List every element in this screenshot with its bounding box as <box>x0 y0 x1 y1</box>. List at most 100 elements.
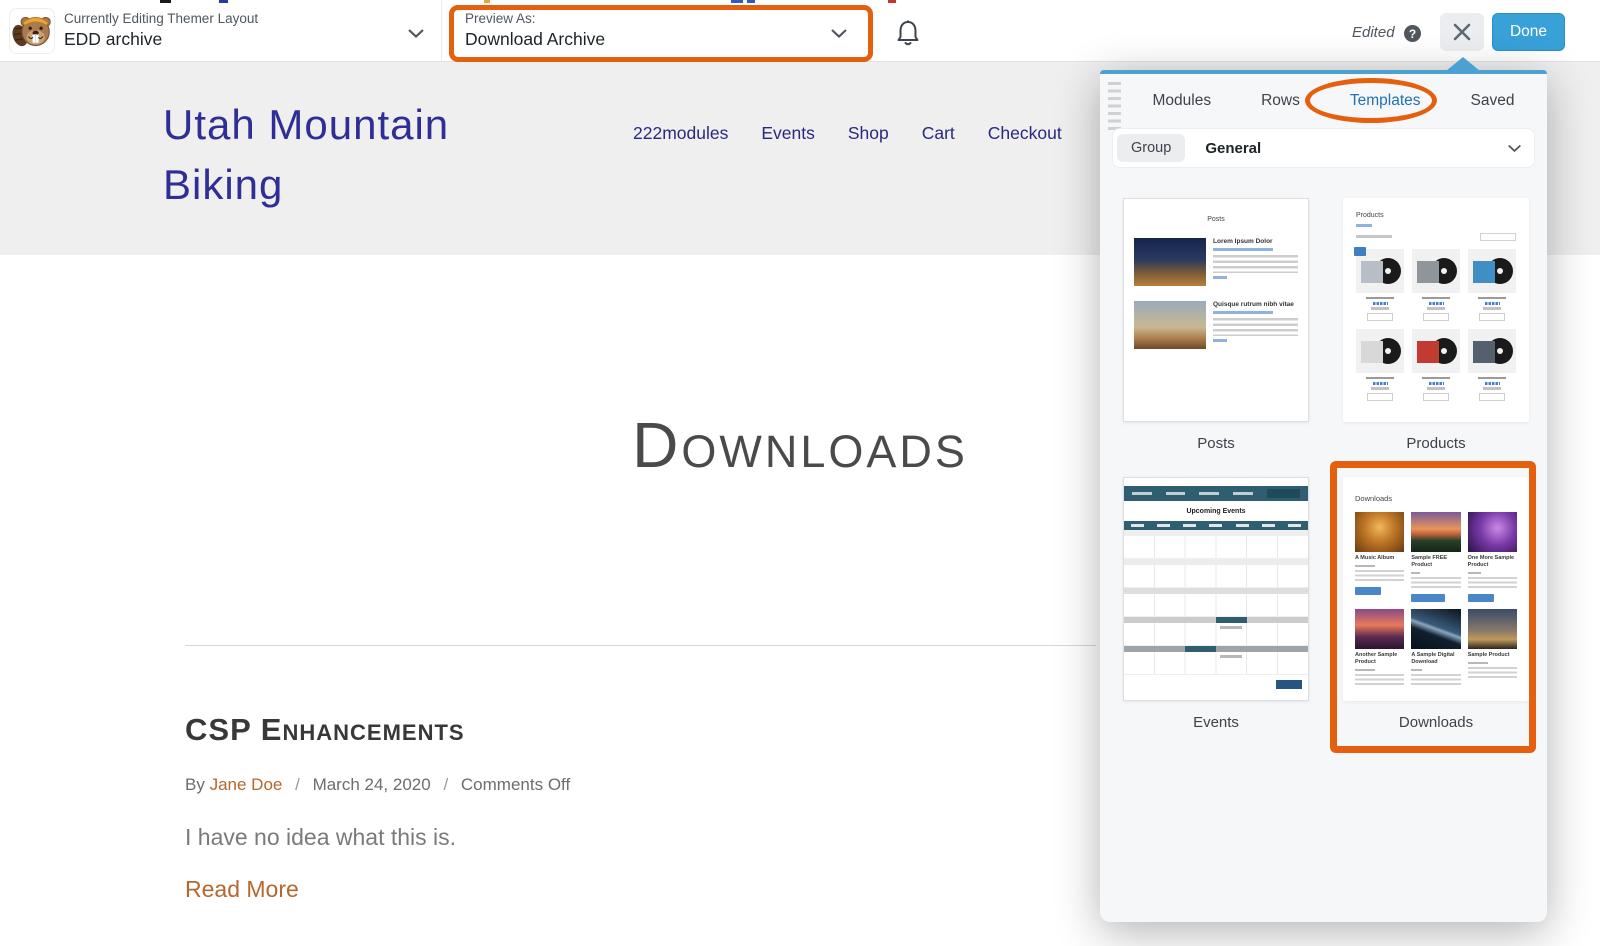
template-label: Products <box>1406 435 1465 452</box>
post-excerpt: CSP Enhancements By Jane Doe / March 24,… <box>185 712 905 903</box>
thumb-product <box>1468 249 1516 321</box>
thumb-product <box>1412 329 1460 401</box>
tab-modules[interactable]: Modules <box>1153 92 1212 110</box>
thumb-events-navbar <box>1124 486 1308 501</box>
top-edge-sliver <box>888 0 896 3</box>
template-products[interactable]: Products <box>1343 198 1529 452</box>
panel-drag-handle[interactable] <box>1108 82 1121 132</box>
placeholder-button <box>1276 680 1302 689</box>
calendar-row <box>1124 646 1308 675</box>
nav-item-events[interactable]: Events <box>761 123 815 144</box>
download-image <box>1411 609 1460 649</box>
help-glyph: ? <box>1409 27 1416 41</box>
thumb-product <box>1468 329 1516 401</box>
done-label: Done <box>1510 23 1547 41</box>
post-excerpt-text: I have no idea what this is. <box>185 824 905 851</box>
top-edge-sliver <box>731 0 743 3</box>
download-name: Another Sample Product <box>1355 652 1404 666</box>
placeholder-readmore <box>1213 339 1227 342</box>
thumb-product <box>1356 249 1404 321</box>
placeholder-sort-select <box>1480 233 1516 241</box>
template-posts[interactable]: Posts Lorem Ipsum Dolor Quisque rutrum n… <box>1123 198 1309 452</box>
thumb-download: A Music Album <box>1355 512 1404 602</box>
preview-as-value: Download Archive <box>465 29 605 50</box>
beaver-icon <box>12 11 52 51</box>
thumb-download: Another Sample Product <box>1355 609 1404 688</box>
calendar-event <box>1185 646 1216 652</box>
vinyl-image <box>1412 329 1460 373</box>
site-title[interactable]: Utah Mountain Biking <box>163 95 563 215</box>
done-button[interactable]: Done <box>1492 13 1565 51</box>
thumb-products-inner: Products <box>1343 198 1529 415</box>
group-value: General <box>1205 140 1261 157</box>
placeholder-meta-line <box>1213 248 1273 251</box>
nav-item-checkout[interactable]: Checkout <box>988 123 1062 144</box>
download-image <box>1355 609 1404 649</box>
top-edge-sliver <box>160 0 171 3</box>
chevron-down-icon[interactable] <box>830 27 848 39</box>
template-downloads-thumbnail: Downloads A Music Album Sample FREE Prod… <box>1343 477 1529 701</box>
help-icon[interactable]: ? <box>1404 25 1421 42</box>
currently-editing-dropdown[interactable]: Currently Editing Themer Layout EDD arch… <box>64 11 258 50</box>
template-grid: Posts Lorem Ipsum Dolor Quisque rutrum n… <box>1123 198 1529 731</box>
template-downloads[interactable]: Downloads A Music Album Sample FREE Prod… <box>1343 477 1529 731</box>
chevron-down-icon <box>1507 143 1522 153</box>
nav-item-cart[interactable]: Cart <box>922 123 955 144</box>
thumb-download: Sample FREE Product <box>1411 512 1460 602</box>
read-more-link[interactable]: Read More <box>185 876 905 903</box>
download-image <box>1355 512 1404 552</box>
content-divider <box>185 645 1096 646</box>
thumb-post-image <box>1134 238 1206 286</box>
group-label: Group <box>1117 134 1185 162</box>
nav-item-shop[interactable]: Shop <box>848 123 889 144</box>
thumb-downloads-inner: Downloads A Music Album Sample FREE Prod… <box>1343 477 1529 688</box>
post-title[interactable]: CSP Enhancements <box>185 712 905 748</box>
template-events[interactable]: Upcoming Events Events <box>1123 477 1309 731</box>
placeholder-toolbar <box>1356 233 1516 241</box>
content-panel: Modules Rows Templates Saved Group Gener… <box>1100 70 1547 922</box>
download-name: A Music Album <box>1355 555 1404 562</box>
calendar-row <box>1124 559 1308 588</box>
byline-label: By <box>185 775 205 794</box>
notifications-bell-icon[interactable] <box>895 19 921 47</box>
comments-status: Comments Off <box>461 775 570 794</box>
thumb-post1-title: Lorem Ipsum Dolor <box>1213 238 1298 245</box>
author-link[interactable]: Jane Doe <box>210 775 283 794</box>
thumb-events-heading: Upcoming Events <box>1124 501 1308 521</box>
thumb-post-text: Quisque rutrum nibh vitae <box>1213 301 1298 349</box>
download-name: Sample Product <box>1468 652 1517 659</box>
tab-templates[interactable]: Templates <box>1350 92 1421 110</box>
thumb-post-row: Quisque rutrum nibh vitae <box>1134 301 1298 349</box>
group-select[interactable]: Group General <box>1112 128 1535 168</box>
thumb-download: A Sample Digital Download <box>1411 609 1460 688</box>
preview-as-dropdown[interactable]: Preview As: Download Archive <box>465 11 605 50</box>
chevron-down-icon[interactable] <box>407 27 425 39</box>
beaver-builder-logo[interactable] <box>9 8 55 54</box>
template-products-thumbnail: Products <box>1343 198 1529 422</box>
thumb-download: One More Sample Product <box>1468 512 1517 602</box>
download-image <box>1411 512 1460 552</box>
tab-rows[interactable]: Rows <box>1261 92 1300 110</box>
vinyl-image <box>1468 249 1516 293</box>
calendar-row <box>1124 530 1308 559</box>
thumb-product <box>1356 329 1404 401</box>
vinyl-image <box>1356 329 1404 373</box>
editing-label: Currently Editing Themer Layout <box>64 11 258 26</box>
close-button[interactable] <box>1440 13 1484 51</box>
placeholder-text-lines <box>1213 255 1298 273</box>
thumb-download: Sample Product <box>1468 609 1517 688</box>
tab-saved[interactable]: Saved <box>1471 92 1515 110</box>
post-date: March 24, 2020 <box>313 775 431 794</box>
meta-separator: / <box>443 775 448 794</box>
vinyl-image <box>1412 249 1460 293</box>
template-events-thumbnail: Upcoming Events <box>1123 477 1309 701</box>
layout-name: EDD archive <box>64 29 258 50</box>
thumb-post-image <box>1134 301 1206 349</box>
nav-item-modules[interactable]: 222modules <box>633 123 728 144</box>
download-name: Sample FREE Product <box>1411 555 1460 569</box>
placeholder-results-count <box>1356 235 1392 238</box>
calendar-row <box>1124 588 1308 617</box>
vinyl-image <box>1356 249 1404 293</box>
thumb-downloads-grid: A Music Album Sample FREE Product One Mo… <box>1355 512 1517 688</box>
panel-pointer-arrow <box>1446 57 1480 71</box>
